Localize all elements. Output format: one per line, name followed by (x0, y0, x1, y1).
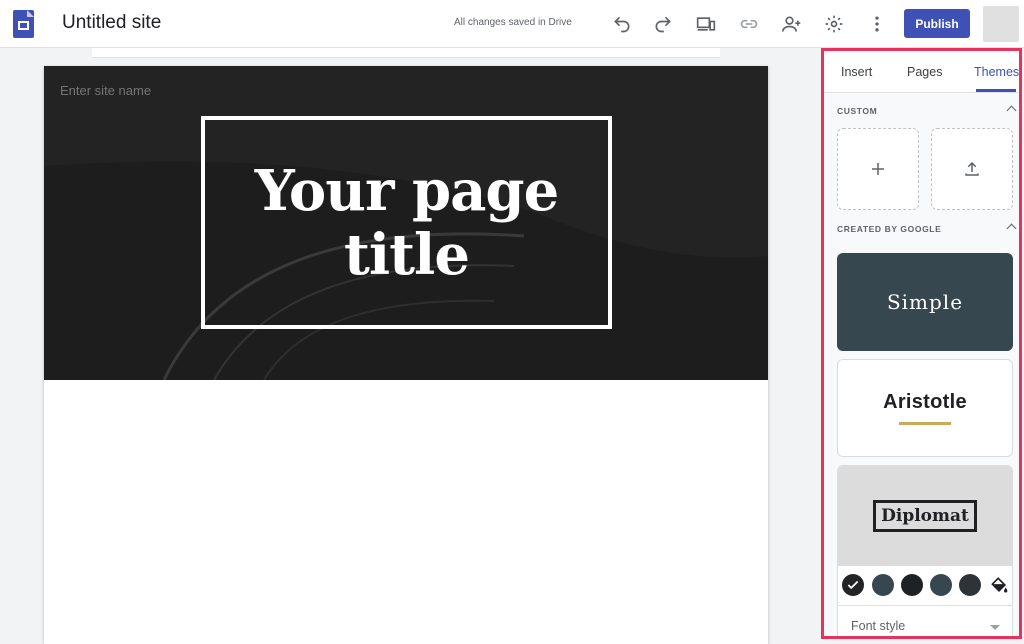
custom-section-label: CUSTOM (837, 106, 878, 116)
tab-themes[interactable]: Themes (974, 65, 1019, 79)
theme-simple-label: Simple (886, 290, 964, 314)
theme-diplomat[interactable]: Diplomat Font style (837, 465, 1013, 636)
dropdown-arrow-icon[interactable] (990, 625, 1000, 630)
page-title-box[interactable]: Your page title (201, 116, 612, 329)
more-vert-icon[interactable] (865, 12, 889, 36)
settings-gear-icon[interactable] (822, 12, 846, 36)
color-swatch-3[interactable] (901, 574, 923, 596)
panel-tabs: Insert Pages Themes (824, 51, 1019, 93)
themes-panel: Insert Pages Themes CUSTOM CREATED BY GO… (821, 48, 1022, 639)
share-add-person-icon[interactable] (780, 12, 804, 36)
site-title[interactable]: Untitled site (62, 12, 161, 34)
upload-icon (965, 161, 979, 176)
google-sites-logo-icon[interactable] (13, 10, 34, 38)
theme-simple[interactable]: Simple (837, 253, 1013, 351)
site-name-input[interactable] (60, 83, 236, 98)
undo-icon[interactable] (610, 12, 634, 36)
theme-diplomat-label: Diplomat (881, 506, 969, 526)
ruler-strip (92, 48, 720, 58)
collapse-custom-icon[interactable] (1006, 105, 1017, 116)
check-icon (847, 580, 859, 590)
page-title-line-1: Your page (254, 157, 559, 224)
color-swatch-1[interactable] (842, 574, 864, 596)
collapse-google-themes-icon[interactable] (1006, 223, 1017, 234)
page-title-line-2: title (344, 221, 470, 288)
color-swatch-4[interactable] (930, 574, 952, 596)
create-theme-button[interactable] (837, 128, 919, 210)
page-canvas[interactable]: Your page title (44, 66, 768, 644)
aristotle-underline (899, 422, 951, 425)
header-section[interactable]: Your page title (44, 66, 768, 380)
color-swatch-5[interactable] (959, 574, 981, 596)
tab-pages[interactable]: Pages (907, 65, 942, 79)
page-title[interactable]: Your page title (254, 157, 559, 288)
redo-icon[interactable] (651, 12, 675, 36)
color-swatch-2[interactable] (872, 574, 894, 596)
tab-insert[interactable]: Insert (841, 65, 872, 79)
link-icon[interactable] (737, 12, 761, 36)
publish-button[interactable]: Publish (904, 9, 970, 38)
plus-icon (872, 163, 884, 175)
paint-bucket-icon[interactable] (989, 575, 1009, 595)
top-bar: Untitled site All changes saved in Drive… (0, 0, 1024, 48)
active-tab-indicator (976, 89, 1016, 92)
upload-theme-button[interactable] (931, 128, 1013, 210)
diplomat-frame: Diplomat (873, 500, 977, 532)
theme-aristotle[interactable]: Aristotle (837, 359, 1013, 457)
preview-devices-icon[interactable] (694, 12, 718, 36)
save-status: All changes saved in Drive (454, 17, 572, 28)
account-avatar[interactable] (983, 6, 1019, 42)
diplomat-preview[interactable]: Diplomat (838, 466, 1012, 566)
created-by-google-label: CREATED BY GOOGLE (837, 224, 942, 234)
color-swatches (838, 566, 1012, 606)
theme-aristotle-label: Aristotle (883, 391, 967, 413)
font-style-dropdown[interactable]: Font style (851, 619, 905, 633)
